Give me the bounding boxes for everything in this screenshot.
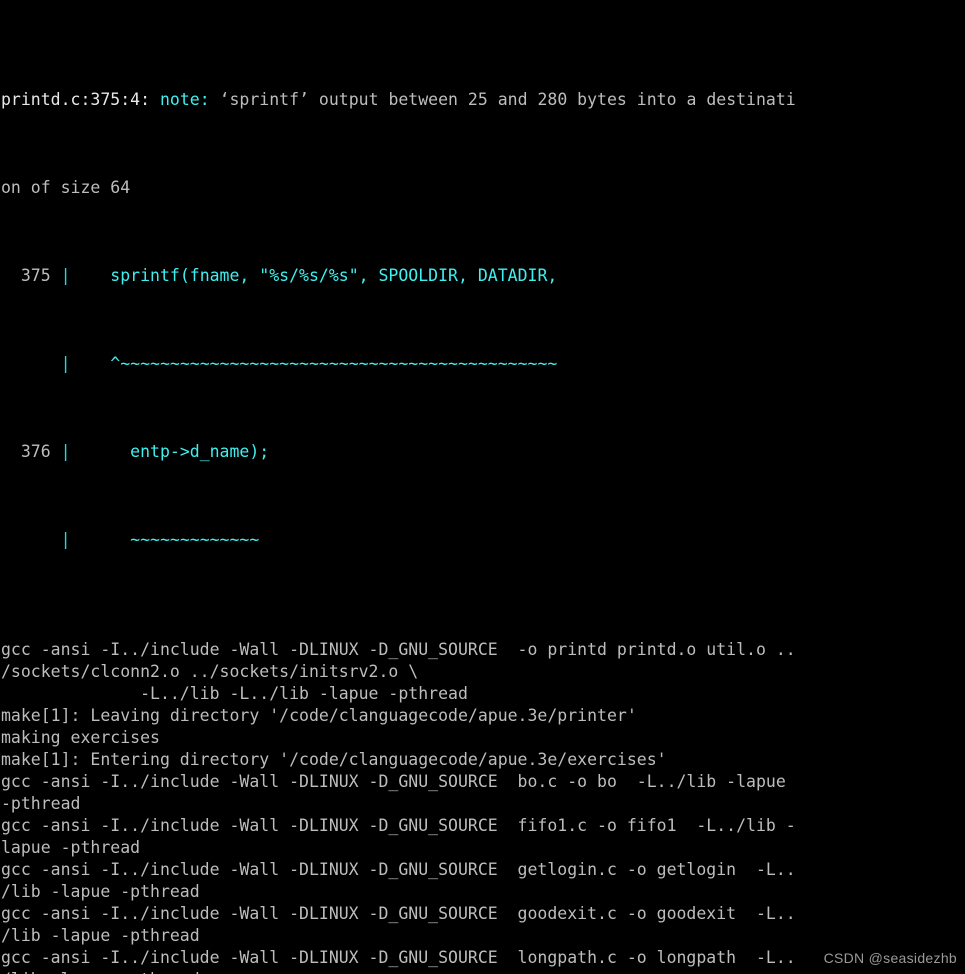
note-message-part1: ‘sprintf’ output between 25 and 280 byte… [219,90,796,109]
build-output-log: gcc -ansi -I../include -Wall -DLINUX -D_… [1,639,796,974]
terminal-output-line: /lib -lapue -pthread [1,969,796,974]
code-line-number [1,354,61,373]
code-gutter-separator: | [60,530,81,549]
terminal-output-line: /lib -lapue -pthread [1,926,200,945]
code-context-row: 375 | sprintf(fname, "%s/%s/%s", SPOOLDI… [1,265,796,287]
note-location: printd.c:375:4: [1,90,151,109]
terminal-output-line: gcc -ansi -I../include -Wall -DLINUX -D_… [1,772,786,791]
caret-underline-marker: ~~~~~~~~~~~~~ [80,530,260,549]
code-source-text: sprintf(fname, "%s/%s/%s", SPOOLDIR, DAT… [80,266,558,285]
note-message-part2: on of size 64 [1,178,131,197]
code-source-text: entp->d_name); [80,442,270,461]
terminal-screen[interactable]: printd.c:375:4: note: ‘sprintf’ output b… [0,0,796,974]
terminal-output-line: gcc -ansi -I../include -Wall -DLINUX -D_… [1,904,796,923]
code-context-row: | ~~~~~~~~~~~~~ [1,529,796,551]
note-space-1 [150,90,160,109]
terminal-output-line: lapue -pthread [1,838,141,857]
terminal-output-line: -L../lib -L../lib -lapue -pthread [1,684,468,703]
terminal-window[interactable]: printd.c:375:4: note: ‘sprintf’ output b… [0,0,965,974]
terminal-output-line: gcc -ansi -I../include -Wall -DLINUX -D_… [1,860,796,879]
code-gutter-separator: | [60,266,81,285]
compiler-note-line-1: printd.c:375:4: note: ‘sprintf’ output b… [1,89,796,111]
code-line-number [1,530,61,549]
code-line-number: 375 [1,266,61,285]
terminal-output-line: /lib -lapue -pthread [1,882,200,901]
terminal-output-line: make[1]: Entering directory '/code/clang… [1,750,667,769]
terminal-output-line: gcc -ansi -I../include -Wall -DLINUX -D_… [1,948,796,967]
terminal-output-line: /sockets/clconn2.o ../sockets/initsrv2.o… [1,662,419,681]
compiler-note-line-2: on of size 64 [1,177,796,199]
terminal-output-line: gcc -ansi -I../include -Wall -DLINUX -D_… [1,640,796,659]
code-gutter-separator: | [60,442,81,461]
terminal-output-line: making exercises [1,728,160,747]
terminal-output-line: make[1]: Leaving directory '/code/clangu… [1,706,637,725]
code-context-row: 376 | entp->d_name); [1,441,796,463]
note-space-2 [210,90,220,109]
terminal-output-line: -pthread [1,794,81,813]
csdn-watermark: CSDN @seasidezhb [823,950,957,966]
code-line-number: 376 [1,442,61,461]
code-context-row: | ^~~~~~~~~~~~~~~~~~~~~~~~~~~~~~~~~~~~~~… [1,353,796,375]
note-severity: note: [159,90,210,109]
code-gutter-separator: | [60,354,81,373]
caret-underline-marker: ^~~~~~~~~~~~~~~~~~~~~~~~~~~~~~~~~~~~~~~~… [80,354,558,373]
terminal-output-line: gcc -ansi -I../include -Wall -DLINUX -D_… [1,816,796,835]
